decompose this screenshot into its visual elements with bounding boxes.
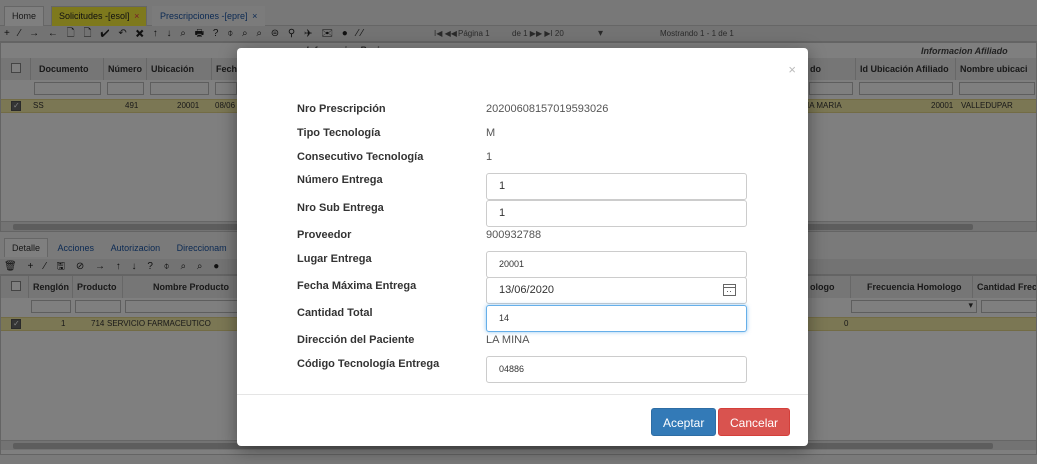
value-proveedor: 900932788 [486,229,542,241]
lugar-entrega-input[interactable]: 20001 [486,251,747,278]
label-tipo-tecnologia: Tipo Tecnología [297,127,381,139]
fecha-maxima-entrega-input[interactable]: 13/06/2020 [486,277,747,304]
codigo-tecnologia-entrega-input[interactable]: 04886 [486,356,747,383]
label-cantidad-total: Cantidad Total [297,307,373,319]
label-direccion-paciente: Dirección del Paciente [297,334,415,346]
value-nro-prescripcion: 20200608157019593026 [486,103,609,115]
label-nro-sub-entrega: Nro Sub Entrega [297,202,384,214]
modal-footer-divider [237,394,808,395]
label-fecha-maxima-entrega: Fecha Máxima Entrega [297,280,417,292]
close-icon[interactable]: × [788,62,796,77]
label-codigo-tecnologia-entrega: Código Tecnología Entrega [297,358,440,370]
nro-sub-entrega-input[interactable]: 1 [486,200,747,227]
value-direccion-paciente: LA MINA [486,334,530,346]
numero-entrega-input[interactable]: 1 [486,173,747,200]
value-tipo-tecnologia: M [486,127,496,139]
label-numero-entrega: Número Entrega [297,174,383,186]
fecha-maxima-entrega-value: 13/06/2020 [499,284,555,296]
label-consecutivo-tecnologia: Consecutivo Tecnología [297,151,424,163]
cancelar-button[interactable]: Cancelar [718,408,791,436]
calendar-icon[interactable] [723,284,736,296]
cantidad-total-input[interactable]: 14 [486,305,747,332]
value-consecutivo-tecnologia: 1 [486,151,493,163]
entrega-modal: × Nro Prescripción 20200608157019593026 … [237,48,808,446]
aceptar-button[interactable]: Aceptar [651,408,717,436]
label-lugar-entrega: Lugar Entrega [297,253,372,265]
label-nro-prescripcion: Nro Prescripción [297,103,386,115]
label-proveedor: Proveedor [297,229,352,241]
